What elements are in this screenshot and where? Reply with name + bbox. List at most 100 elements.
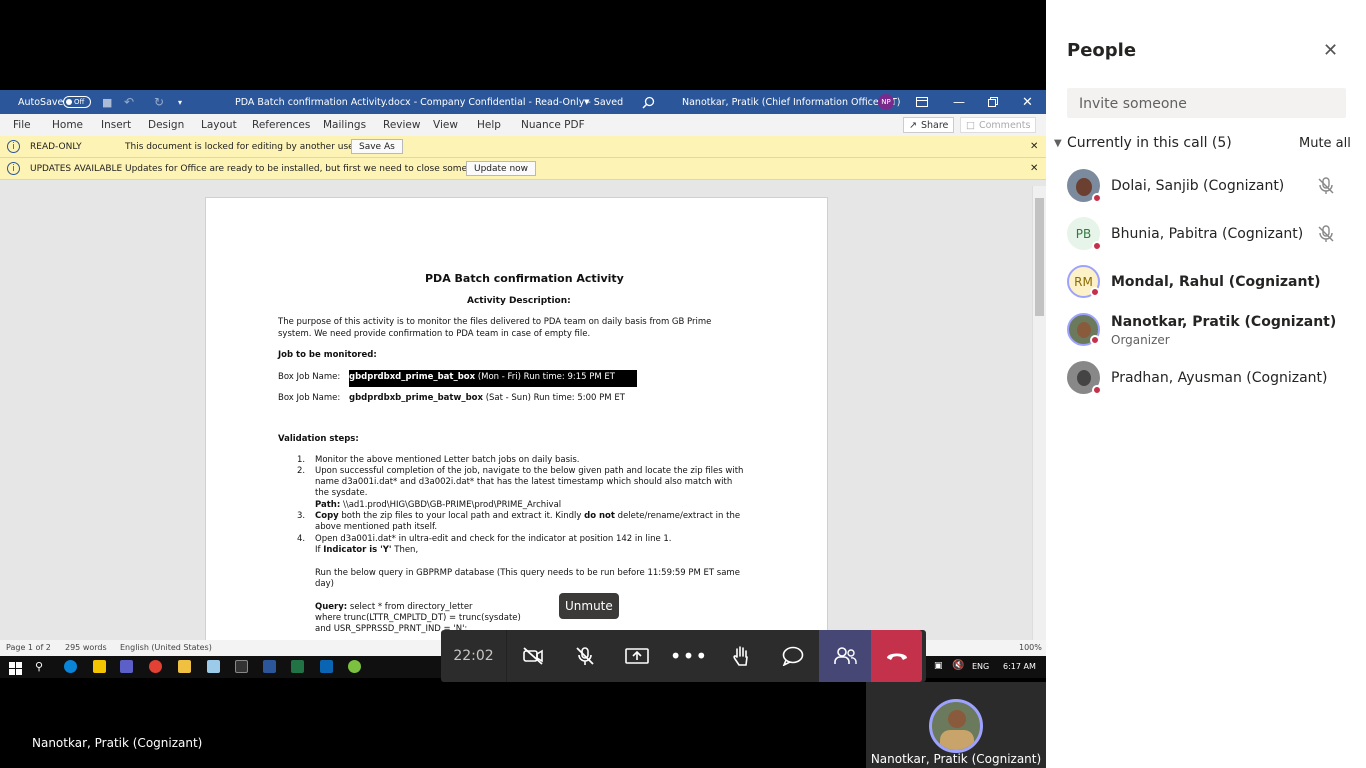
hang-up-icon xyxy=(886,653,907,660)
autosave-toggle[interactable]: Off xyxy=(58,90,91,114)
tab-insert[interactable]: Insert xyxy=(101,119,131,131)
scrollbar-thumb[interactable] xyxy=(1035,198,1044,316)
status-dot xyxy=(1090,335,1100,345)
hang-up-button[interactable] xyxy=(871,630,922,682)
update-now-button[interactable]: Update now xyxy=(466,161,537,176)
tab-nuance-pdf[interactable]: Nuance PDF xyxy=(521,119,585,131)
people-panel: People ✕ Invite someone ▼ Currently in t… xyxy=(1046,0,1366,768)
volume-muted-icon[interactable]: 🔇 xyxy=(952,660,964,671)
file-explorer-icon[interactable] xyxy=(178,660,191,673)
chrome-icon[interactable] xyxy=(149,660,162,673)
camera-off-button[interactable] xyxy=(507,630,559,682)
avatar-photo-shape xyxy=(1075,177,1092,196)
windows-start-icon[interactable] xyxy=(9,660,22,675)
status-words[interactable]: 295 words xyxy=(65,643,107,652)
ribbon-display-icon[interactable] xyxy=(916,90,928,114)
customize-toolbar-icon[interactable]: ▾ xyxy=(178,90,182,114)
redo-icon[interactable]: ↻ xyxy=(154,90,164,114)
updates-message: Updates for Office are ready to be insta… xyxy=(125,163,495,174)
outlook-icon[interactable] xyxy=(320,660,333,673)
app-icon[interactable] xyxy=(348,660,361,673)
people-icon xyxy=(834,647,857,664)
teams-taskbar-icon[interactable] xyxy=(120,660,133,673)
status-page[interactable]: Page 1 of 2 xyxy=(6,643,51,652)
edge-icon[interactable] xyxy=(64,660,77,673)
doc-box1-selection[interactable]: gbdprdbxd_prime_bat_box (Mon - Fri) Run … xyxy=(349,370,637,387)
search-icon[interactable] xyxy=(642,90,655,114)
network-icon[interactable]: ▣ xyxy=(934,661,943,671)
participant-row[interactable]: Dolai, Sanjib (Cognizant) xyxy=(1046,162,1366,210)
self-video-tile[interactable]: Nanotkar, Pratik (Cognizant) xyxy=(866,682,1046,768)
chat-button[interactable] xyxy=(767,630,819,682)
account-name[interactable]: Nanotkar, Pratik (Chief Information Offi… xyxy=(682,90,901,114)
vertical-scrollbar[interactable] xyxy=(1032,186,1046,640)
taskbar-search-icon[interactable]: ⚲ xyxy=(35,660,48,673)
account-avatar[interactable]: NP xyxy=(878,94,894,110)
share-screen-icon xyxy=(625,648,649,664)
tab-view[interactable]: View xyxy=(433,119,458,131)
sticky-notes-icon[interactable] xyxy=(93,660,106,673)
status-language[interactable]: English (United States) xyxy=(120,643,212,652)
doc-step-text: name d3a001i.dat* and d3a002i.dat* that … xyxy=(315,477,733,487)
document-page[interactable]: PDA Batch confirmation Activity Activity… xyxy=(205,197,828,657)
save-as-button[interactable]: Save As xyxy=(351,139,403,154)
section-label[interactable]: Currently in this call (5) xyxy=(1067,135,1232,151)
participant-name: Dolai, Sanjib (Cognizant) xyxy=(1111,178,1285,194)
status-dot xyxy=(1092,193,1102,203)
tab-review[interactable]: Review xyxy=(383,119,420,131)
call-controls: 22:02 ••• xyxy=(441,630,926,682)
doc-box1-rest: (Mon - Fri) Run time: 9:15 PM ET xyxy=(477,372,615,382)
save-icon[interactable]: ■ xyxy=(102,90,112,114)
tab-design[interactable]: Design xyxy=(148,119,184,131)
doc-step-text: If Indicator is 'Y' Then, xyxy=(315,545,419,555)
participants-button[interactable] xyxy=(819,630,871,682)
invite-input[interactable]: Invite someone xyxy=(1067,88,1346,118)
cmd-icon[interactable] xyxy=(235,660,248,673)
share-content-button[interactable] xyxy=(611,630,663,682)
doc-subtitle: Activity Description: xyxy=(467,296,571,306)
doc-step-num: 1. xyxy=(297,455,306,465)
word-taskbar-icon[interactable] xyxy=(263,660,276,673)
participant-row[interactable]: PB Bhunia, Pabitra (Cognizant) xyxy=(1046,210,1366,258)
doc-step-text: Open d3a001i.dat* in ultra-edit and chec… xyxy=(315,534,672,544)
restore-icon[interactable] xyxy=(988,90,998,114)
unmute-button[interactable] xyxy=(559,630,611,682)
tab-mailings[interactable]: Mailings xyxy=(323,119,366,131)
undo-icon[interactable]: ↶ xyxy=(124,90,134,114)
close-bar-icon[interactable]: ✕ xyxy=(1030,136,1038,157)
title-chevron-down-icon[interactable]: ▼ xyxy=(584,90,589,114)
participant-row[interactable]: Nanotkar, Pratik (Cognizant) Organizer xyxy=(1046,306,1366,354)
tab-layout[interactable]: Layout xyxy=(201,119,237,131)
participant-name: Mondal, Rahul (Cognizant) xyxy=(1111,274,1321,290)
doc-query-line: where trunc(LTTR_CMPLTD_DT) = trunc(sysd… xyxy=(315,613,521,623)
share-button[interactable]: ↗ Share xyxy=(903,117,955,133)
tab-help[interactable]: Help xyxy=(477,119,501,131)
language-indicator[interactable]: ENG xyxy=(972,662,989,671)
excel-icon[interactable] xyxy=(291,660,304,673)
doc-step-text: above mentioned path itself. xyxy=(315,522,438,532)
comments-button[interactable]: □ Comments xyxy=(960,117,1037,133)
more-actions-icon[interactable]: ••• xyxy=(663,630,715,682)
close-window-icon[interactable]: ✕ xyxy=(1022,90,1033,114)
call-duration: 22:02 xyxy=(441,630,507,682)
tab-references[interactable]: References xyxy=(252,119,310,131)
minimize-icon[interactable]: — xyxy=(953,90,965,114)
notepad-icon[interactable] xyxy=(207,660,220,673)
readonly-bar: i READ-ONLY This document is locked for … xyxy=(0,136,1046,158)
mute-all-button[interactable]: Mute all xyxy=(1299,136,1351,151)
document-title: PDA Batch confirmation Activity.docx - C… xyxy=(235,96,624,108)
unmute-tooltip: Unmute xyxy=(559,593,619,619)
collapse-chevron-icon[interactable]: ▼ xyxy=(1054,138,1062,149)
participant-row[interactable]: Pradhan, Ayusman (Cognizant) xyxy=(1046,354,1366,402)
status-zoom[interactable]: 100% xyxy=(1019,643,1042,652)
doc-step-text: Copy both the zip files to your local pa… xyxy=(315,511,741,521)
close-bar-icon[interactable]: ✕ xyxy=(1030,158,1038,179)
tab-home[interactable]: Home xyxy=(52,119,83,131)
clock[interactable]: 6:17 AM xyxy=(1003,662,1036,671)
participant-row[interactable]: RM Mondal, Rahul (Cognizant) xyxy=(1046,258,1366,306)
close-panel-icon[interactable]: ✕ xyxy=(1323,40,1338,61)
doc-step-num: 4. xyxy=(297,534,306,544)
tab-file[interactable]: File xyxy=(13,119,31,131)
doc-purpose-line: The purpose of this activity is to monit… xyxy=(278,317,712,327)
raise-hand-button[interactable] xyxy=(715,630,767,682)
